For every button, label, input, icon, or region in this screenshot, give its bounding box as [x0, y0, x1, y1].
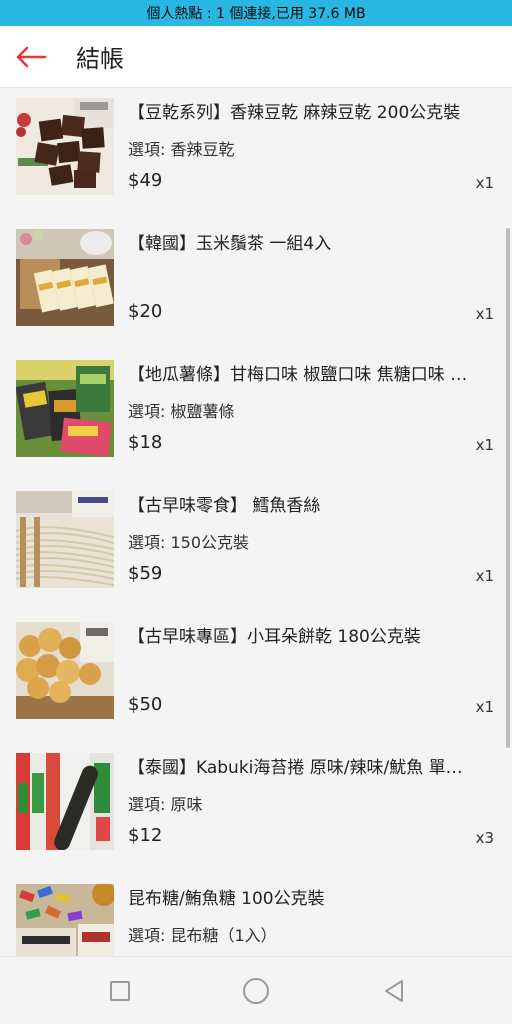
home-button[interactable] — [236, 971, 276, 1011]
product-title: 【韓國】玉米鬚茶 一組4入 — [128, 234, 332, 254]
order-item[interactable]: 【泰國】Kabuki海苔捲 原味/辣味/魷魚 單… 選項: 原味 $12 x3 — [0, 743, 512, 874]
product-image — [16, 622, 114, 719]
status-bar: 個人熱點 : 1 個連接,已用 37.6 MB — [0, 0, 512, 26]
product-image — [16, 884, 114, 956]
product-quantity: x1 — [475, 567, 494, 585]
product-price: $12 — [128, 825, 163, 846]
status-bar-text: 個人熱點 : 1 個連接,已用 37.6 MB — [146, 6, 366, 22]
arrow-left-icon — [16, 46, 47, 67]
order-item[interactable]: 【地瓜薯條】甘梅口味 椒鹽口味 焦糖口味 … 選項: 椒鹽薯條 $18 x1 — [0, 350, 512, 481]
order-item-list[interactable]: 【豆乾系列】香辣豆乾 麻辣豆乾 200公克裝 選項: 香辣豆乾 $49 x1 【… — [0, 88, 512, 956]
square-icon — [110, 981, 130, 1001]
product-image — [16, 98, 114, 195]
product-title: 【古早味專區】小耳朵餅乾 180公克裝 — [128, 627, 421, 647]
product-option: 選項: 椒鹽薯條 — [128, 402, 235, 421]
product-image — [16, 229, 114, 326]
product-image — [16, 360, 114, 457]
product-quantity: x1 — [475, 305, 494, 323]
product-title: 昆布糖/鮪魚糖 100公克裝 — [128, 889, 325, 909]
order-item[interactable]: 【古早味專區】小耳朵餅乾 180公克裝 $50 x1 — [0, 612, 512, 743]
product-image — [16, 491, 114, 588]
product-quantity: x3 — [475, 829, 494, 847]
product-quantity: x1 — [475, 174, 494, 192]
recent-apps-button[interactable] — [100, 971, 140, 1011]
page-title: 結帳 — [76, 45, 124, 73]
app-bar: 結帳 — [0, 26, 512, 88]
product-title: 【古早味零食】 鱈魚香絲 — [128, 496, 321, 516]
triangle-back-icon — [385, 980, 403, 1002]
product-price: $50 — [128, 694, 163, 715]
product-price: $20 — [128, 301, 163, 322]
product-price: $18 — [128, 432, 163, 453]
product-option: 選項: 原味 — [128, 795, 203, 814]
product-option: 選項: 150公克裝 — [128, 533, 250, 552]
circle-icon — [243, 978, 269, 1004]
product-option: 選項: 香辣豆乾 — [128, 140, 235, 159]
order-item[interactable]: 【古早味零食】 鱈魚香絲 選項: 150公克裝 $59 x1 — [0, 481, 512, 612]
back-button[interactable] — [0, 26, 62, 88]
order-item[interactable]: 昆布糖/鮪魚糖 100公克裝 選項: 昆布糖（1入） — [0, 874, 512, 956]
product-title: 【豆乾系列】香辣豆乾 麻辣豆乾 200公克裝 — [128, 103, 461, 123]
order-item[interactable]: 【豆乾系列】香辣豆乾 麻辣豆乾 200公克裝 選項: 香辣豆乾 $49 x1 — [0, 88, 512, 219]
product-price: $49 — [128, 170, 163, 191]
product-title: 【泰國】Kabuki海苔捲 原味/辣味/魷魚 單… — [128, 758, 463, 778]
product-price: $59 — [128, 563, 163, 584]
scrollbar[interactable] — [506, 228, 510, 748]
system-back-button[interactable] — [374, 971, 414, 1011]
product-quantity: x1 — [475, 436, 494, 454]
product-image — [16, 753, 114, 850]
product-option: 選項: 昆布糖（1入） — [128, 926, 277, 945]
order-item[interactable]: 【韓國】玉米鬚茶 一組4入 $20 x1 — [0, 219, 512, 350]
product-title: 【地瓜薯條】甘梅口味 椒鹽口味 焦糖口味 … — [128, 365, 468, 385]
product-quantity: x1 — [475, 698, 494, 716]
system-nav-bar — [0, 956, 512, 1024]
